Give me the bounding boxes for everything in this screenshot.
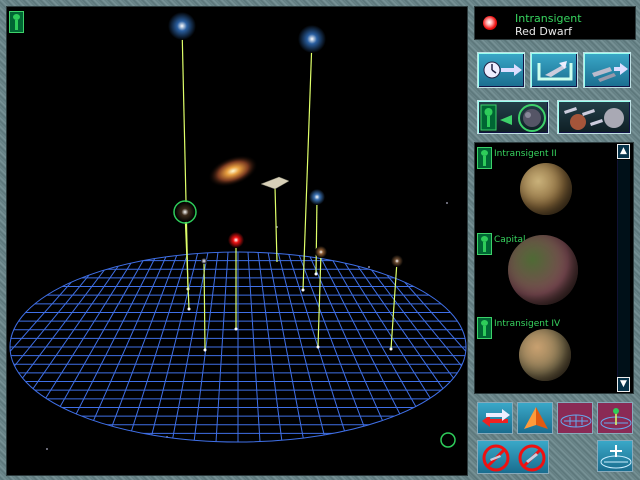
planet-list[interactable]: Intransigent II Capital Intransigent IV <box>474 142 634 394</box>
alien-icon <box>480 150 489 166</box>
no-ships-button[interactable] <box>477 440 549 474</box>
stalk-base <box>234 327 238 331</box>
scroll-up-button[interactable]: ▲ <box>617 144 630 159</box>
ship-launch-button[interactable] <box>530 52 578 88</box>
star-stalk <box>390 260 398 350</box>
ship-stalk <box>274 186 278 263</box>
star-type: Red Dwarf <box>515 25 572 38</box>
star-system-small[interactable] <box>201 258 207 264</box>
fleet-move-button[interactable] <box>583 52 631 88</box>
planet-entry[interactable]: Intransigent IV <box>475 313 619 397</box>
scroll-down-button[interactable]: ▼ <box>617 377 630 392</box>
ship-launch-icon <box>537 61 573 81</box>
star-system-selected[interactable] <box>175 202 195 222</box>
starmap-canvas[interactable] <box>7 7 468 476</box>
stalk-base <box>389 347 393 351</box>
alien-icon <box>480 236 489 252</box>
planet-entry[interactable]: Intransigent II <box>475 143 619 227</box>
star-name: Intransigent <box>515 12 582 25</box>
star-system-blue-giant[interactable] <box>168 12 196 40</box>
stalk-base <box>187 307 191 311</box>
planet-entry[interactable]: Capital <box>475 229 619 313</box>
star-system-intransigent[interactable] <box>228 232 244 248</box>
star-info-header[interactable]: Intransigent Red Dwarf <box>474 6 636 40</box>
grid-center-icon <box>600 408 632 430</box>
swap-arrows-button[interactable] <box>477 402 513 434</box>
alien-planet-link-icon <box>480 104 546 132</box>
alien-icon <box>12 14 21 30</box>
starmap-viewport[interactable] <box>6 6 468 476</box>
planet-alien-button[interactable] <box>477 147 492 169</box>
background-star <box>368 266 370 268</box>
planet-alien-button[interactable] <box>477 233 492 255</box>
planet-alien-button[interactable] <box>477 317 492 339</box>
background-star <box>446 202 448 204</box>
red-star-icon <box>483 16 497 30</box>
star-stalk <box>317 251 322 348</box>
flat-grid-button[interactable] <box>557 402 593 434</box>
pyramid-button[interactable] <box>517 402 553 434</box>
star-system-blue[interactable] <box>309 189 325 205</box>
grid-center-button[interactable] <box>597 402 633 434</box>
stalk-base <box>203 348 207 352</box>
stalk-base <box>301 288 305 292</box>
no-ships-icon <box>482 444 546 472</box>
waypoint-marker <box>440 432 456 448</box>
zoom-grid-button[interactable] <box>597 440 633 472</box>
swap-arrows-icon <box>482 409 510 427</box>
planet-name: Intransigent II <box>494 149 557 159</box>
planet-list-scrollbar[interactable] <box>617 160 630 378</box>
clock-arrow-icon <box>483 61 522 79</box>
viewport-alien-button[interactable] <box>9 11 24 33</box>
planet-image[interactable] <box>508 235 578 305</box>
starship[interactable] <box>260 176 290 190</box>
pyramid-icon <box>524 407 548 429</box>
planet-image[interactable] <box>519 329 571 381</box>
zoom-grid-icon <box>600 445 632 469</box>
star-system-brown[interactable] <box>315 246 327 258</box>
planets-fleet-button[interactable] <box>557 100 631 134</box>
planet-image[interactable] <box>520 163 572 215</box>
fleet-move-icon <box>592 63 628 82</box>
spiral-galaxy <box>208 155 258 187</box>
background-star <box>46 448 48 450</box>
star-stalk <box>203 260 206 351</box>
flat-grid-icon <box>560 414 592 428</box>
star-system-brown[interactable] <box>391 255 403 267</box>
clock-arrow-button[interactable] <box>477 52 525 88</box>
alien-planet-link-button[interactable] <box>477 100 549 134</box>
star-stalk <box>315 196 318 275</box>
planets-fleet-icon <box>564 107 624 130</box>
stalk-base <box>314 272 318 276</box>
alien-icon <box>480 320 489 336</box>
star-stalk <box>302 38 313 291</box>
star-system-blue-giant[interactable] <box>298 25 326 53</box>
stalk-base <box>316 345 320 349</box>
planet-name: Intransigent IV <box>494 319 561 329</box>
